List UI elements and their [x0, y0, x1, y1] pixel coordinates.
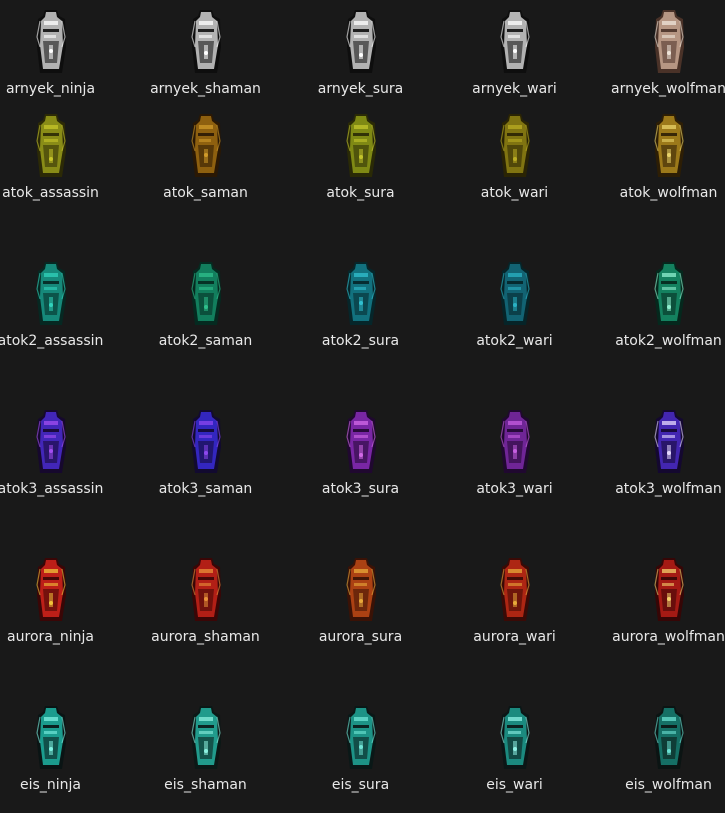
- armor-thumbnail: [186, 555, 226, 625]
- file-name-label: eis_shaman: [164, 777, 247, 793]
- file-name-label: atok_sura: [326, 185, 395, 201]
- armor-thumbnail: [31, 7, 71, 77]
- armor-thumbnail: [649, 703, 689, 773]
- file-name-label: aurora_shaman: [151, 629, 260, 645]
- file-name-label: arnyek_wolfman: [611, 81, 725, 97]
- armor-thumbnail: [649, 259, 689, 329]
- armor-thumbnail: [186, 407, 226, 477]
- file-item[interactable]: atok2_sura: [288, 259, 433, 359]
- file-item[interactable]: atok_wolfman: [596, 111, 725, 211]
- file-item[interactable]: arnyek_wari: [442, 7, 587, 107]
- file-name-label: atok3_wolfman: [615, 481, 722, 497]
- file-item[interactable]: arnyek_wolfman: [596, 7, 725, 107]
- file-name-label: aurora_ninja: [7, 629, 94, 645]
- armor-thumbnail: [186, 703, 226, 773]
- armor-thumbnail: [649, 111, 689, 181]
- file-item[interactable]: aurora_wari: [442, 555, 587, 655]
- armor-thumbnail: [341, 555, 381, 625]
- file-name-label: eis_wolfman: [625, 777, 712, 793]
- file-item[interactable]: atok2_wari: [442, 259, 587, 359]
- armor-thumbnail: [495, 111, 535, 181]
- file-item[interactable]: atok2_wolfman: [596, 259, 725, 359]
- file-name-label: arnyek_sura: [317, 81, 404, 97]
- file-name-label: atok2_wari: [476, 333, 553, 349]
- file-icon-grid: arnyek_ninja arnyek_shaman arnyek_sura a…: [0, 0, 725, 813]
- armor-thumbnail: [31, 407, 71, 477]
- armor-thumbnail: [31, 555, 71, 625]
- file-item[interactable]: atok3_wolfman: [596, 407, 725, 507]
- file-item[interactable]: aurora_shaman: [133, 555, 278, 655]
- file-name-label: arnyek_shaman: [150, 81, 261, 97]
- file-name-label: aurora_wolfman: [612, 629, 725, 645]
- file-name-label: atok_saman: [163, 185, 248, 201]
- file-item[interactable]: eis_shaman: [133, 703, 278, 803]
- armor-thumbnail: [341, 259, 381, 329]
- file-name-label: arnyek_wari: [472, 81, 557, 97]
- file-name-label: atok3_sura: [321, 481, 400, 497]
- file-item[interactable]: aurora_sura: [288, 555, 433, 655]
- file-item[interactable]: atok_saman: [133, 111, 278, 211]
- file-item[interactable]: eis_wari: [442, 703, 587, 803]
- armor-thumbnail: [495, 407, 535, 477]
- file-name-label: eis_sura: [331, 777, 390, 793]
- armor-thumbnail: [495, 555, 535, 625]
- file-name-label: atok_wari: [480, 185, 549, 201]
- armor-thumbnail: [341, 703, 381, 773]
- file-name-label: atok3_assassin: [0, 481, 104, 497]
- armor-thumbnail: [649, 7, 689, 77]
- file-name-label: atok2_sura: [321, 333, 400, 349]
- armor-thumbnail: [186, 111, 226, 181]
- file-item[interactable]: atok3_saman: [133, 407, 278, 507]
- file-name-label: atok2_saman: [158, 333, 253, 349]
- file-item[interactable]: aurora_wolfman: [596, 555, 725, 655]
- armor-thumbnail: [31, 259, 71, 329]
- file-name-label: atok2_wolfman: [615, 333, 722, 349]
- armor-thumbnail: [31, 111, 71, 181]
- armor-thumbnail: [649, 407, 689, 477]
- armor-thumbnail: [186, 7, 226, 77]
- file-name-label: atok_wolfman: [619, 185, 718, 201]
- armor-thumbnail: [495, 703, 535, 773]
- armor-thumbnail: [186, 259, 226, 329]
- file-name-label: atok2_assassin: [0, 333, 104, 349]
- file-item[interactable]: eis_sura: [288, 703, 433, 803]
- file-name-label: atok_assassin: [2, 185, 99, 201]
- file-item[interactable]: arnyek_sura: [288, 7, 433, 107]
- armor-thumbnail: [649, 555, 689, 625]
- armor-thumbnail: [341, 7, 381, 77]
- armor-thumbnail: [341, 407, 381, 477]
- file-item[interactable]: aurora_ninja: [0, 555, 123, 655]
- file-item[interactable]: eis_ninja: [0, 703, 123, 803]
- file-item[interactable]: arnyek_ninja: [0, 7, 123, 107]
- file-name-label: aurora_wari: [473, 629, 556, 645]
- file-name-label: eis_ninja: [20, 777, 81, 793]
- armor-thumbnail: [495, 259, 535, 329]
- file-item[interactable]: atok_sura: [288, 111, 433, 211]
- file-name-label: eis_wari: [486, 777, 543, 793]
- file-item[interactable]: arnyek_shaman: [133, 7, 278, 107]
- file-item[interactable]: atok_wari: [442, 111, 587, 211]
- file-name-label: atok3_wari: [476, 481, 553, 497]
- file-item[interactable]: atok3_wari: [442, 407, 587, 507]
- file-item[interactable]: atok3_assassin: [0, 407, 123, 507]
- armor-thumbnail: [341, 111, 381, 181]
- armor-thumbnail: [31, 703, 71, 773]
- file-item[interactable]: eis_wolfman: [596, 703, 725, 803]
- file-item[interactable]: atok2_saman: [133, 259, 278, 359]
- armor-thumbnail: [495, 7, 535, 77]
- file-name-label: arnyek_ninja: [5, 81, 96, 97]
- file-item[interactable]: atok_assassin: [0, 111, 123, 211]
- file-item[interactable]: atok2_assassin: [0, 259, 123, 359]
- file-name-label: aurora_sura: [318, 629, 403, 645]
- file-name-label: atok3_saman: [158, 481, 253, 497]
- file-item[interactable]: atok3_sura: [288, 407, 433, 507]
